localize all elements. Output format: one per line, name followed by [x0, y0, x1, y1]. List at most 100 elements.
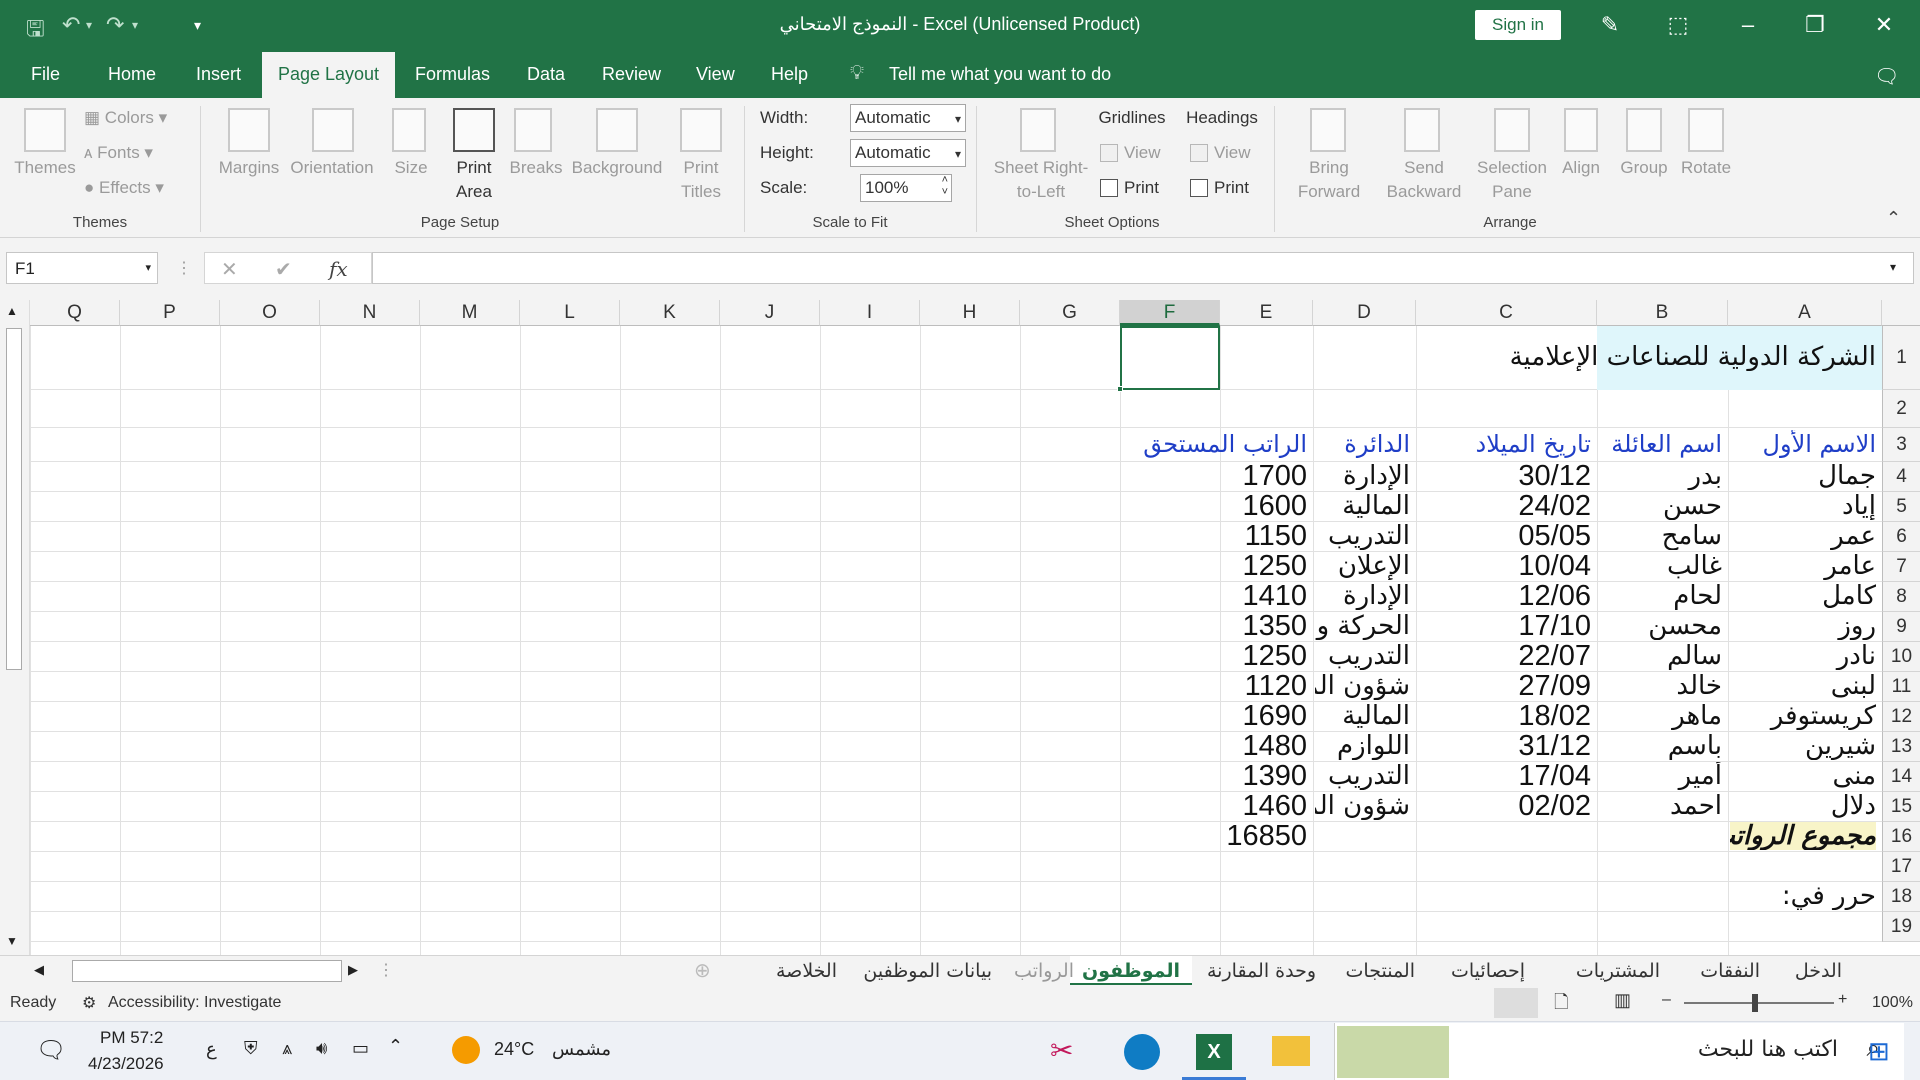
gridlines-print-checkbox[interactable] [1100, 179, 1118, 197]
scroll-thumb[interactable] [6, 328, 22, 670]
row-header[interactable]: 14 [1882, 762, 1920, 792]
edge-icon[interactable] [1124, 1034, 1160, 1070]
sheet-tab[interactable]: الدخل [1795, 956, 1842, 986]
first-name-cell[interactable]: دلال [1730, 792, 1876, 820]
restore-icon[interactable]: ❐ [1795, 8, 1835, 42]
column-header[interactable]: O [220, 300, 320, 326]
align-icon[interactable] [1564, 108, 1598, 152]
last-name-cell[interactable]: لحام [1599, 582, 1722, 610]
bring-forward-button-line1[interactable]: Bring [1284, 156, 1374, 180]
tell-me-search[interactable]: Tell me what you want to do [889, 64, 1111, 85]
row-header[interactable]: 12 [1882, 702, 1920, 732]
header-department[interactable]: الدائرة [1315, 430, 1410, 458]
send-backward-button-line1[interactable]: Send [1376, 156, 1472, 180]
name-box[interactable]: F1 ▾ [6, 252, 158, 284]
salary-cell[interactable]: 1600 [1222, 492, 1307, 520]
volume-icon[interactable]: 🔊︎ [316, 1038, 327, 1059]
expand-formula-bar-icon[interactable]: ▾ [1890, 260, 1896, 274]
birth-date-cell[interactable]: 02/02 [1418, 792, 1591, 820]
row-header[interactable]: 19 [1882, 912, 1920, 942]
company-title-cell[interactable]: الشركة الدولية للصناعات الإعلامية [1364, 343, 1876, 371]
department-cell[interactable]: التدريب [1315, 522, 1410, 550]
department-cell[interactable]: الحركة والنقل [1315, 612, 1410, 640]
new-sheet-icon[interactable]: ⊕ [694, 958, 711, 983]
close-icon[interactable]: ✕ [1864, 8, 1904, 42]
department-cell[interactable]: اللوازم [1315, 732, 1410, 760]
last-name-cell[interactable]: احمد [1599, 792, 1722, 820]
last-name-cell[interactable]: سامح [1599, 522, 1722, 550]
first-name-cell[interactable]: منى [1730, 762, 1876, 790]
wifi-icon[interactable]: ⩓ [282, 1038, 292, 1059]
print-area-button-line1[interactable]: Print [440, 156, 508, 180]
column-header[interactable]: M [420, 300, 520, 326]
sheet-tab-active[interactable]: الموظفون [1070, 956, 1192, 986]
themes-button[interactable]: Themes [8, 156, 82, 180]
tab-data[interactable]: Data [527, 64, 565, 85]
sheet-tab[interactable]: المشتريات [1576, 956, 1660, 986]
orientation-button[interactable]: Orientation [286, 156, 378, 180]
column-header[interactable]: I [820, 300, 920, 326]
header-first-name[interactable]: الاسم الأول [1730, 430, 1876, 458]
row-header[interactable]: 8 [1882, 582, 1920, 612]
chevron-up-icon[interactable]: ⌃ [388, 1036, 403, 1057]
row-header[interactable]: 13 [1882, 732, 1920, 762]
defender-icon[interactable]: ⛨ [244, 1038, 258, 1059]
sun-icon[interactable] [452, 1036, 480, 1064]
cancel-icon[interactable]: ✕ [221, 257, 238, 282]
row-header[interactable]: 18 [1882, 882, 1920, 912]
taskbar-search-box[interactable]: اكتب هنا للبحث ⌕ [1334, 1023, 1904, 1080]
salary-cell[interactable]: 1390 [1222, 762, 1307, 790]
formula-input[interactable] [372, 252, 1914, 284]
department-cell[interactable]: الإدارة [1315, 462, 1410, 490]
select-all-corner[interactable] [1882, 300, 1920, 326]
scale-spinner[interactable]: 100% ˄ ˅ [860, 174, 952, 202]
clock-date[interactable]: 4/23/2026 [88, 1054, 164, 1074]
accessibility-status[interactable]: Accessibility: Investigate [108, 994, 281, 1012]
notifications-icon[interactable]: 🗨︎ [36, 1036, 66, 1065]
row-header[interactable]: 7 [1882, 552, 1920, 582]
row-header[interactable]: 4 [1882, 462, 1920, 492]
salary-cell[interactable]: 1460 [1222, 792, 1307, 820]
salary-cell[interactable]: 1480 [1222, 732, 1307, 760]
headings-print-checkbox[interactable] [1190, 179, 1208, 197]
last-name-cell[interactable]: خالد [1599, 672, 1722, 700]
selection-pane-icon[interactable] [1494, 108, 1530, 152]
scroll-left-icon[interactable]: ◀ [34, 962, 44, 978]
row-header[interactable]: 11 [1882, 672, 1920, 702]
department-cell[interactable]: شؤون الموظفين [1315, 792, 1410, 820]
column-header[interactable]: B [1597, 300, 1728, 326]
last-name-cell[interactable]: غالب [1599, 552, 1722, 580]
tab-help[interactable]: Help [771, 64, 808, 85]
birth-date-cell[interactable]: 31/12 [1418, 732, 1591, 760]
first-name-cell[interactable]: كريستوفر [1730, 702, 1876, 730]
column-header[interactable]: A [1728, 300, 1882, 326]
column-header[interactable]: P [120, 300, 220, 326]
row-header[interactable]: 3 [1882, 428, 1920, 462]
fill-handle[interactable] [1117, 386, 1123, 392]
sheet-tab[interactable]: بيانات الموظفين [863, 956, 992, 986]
header-birth-date[interactable]: تاريخ الميلاد [1418, 430, 1592, 458]
group-button[interactable]: Group [1614, 156, 1674, 180]
edited-on-label-cell[interactable]: حرر في: [1730, 882, 1876, 910]
snipping-tool-icon[interactable]: ✂ [1050, 1034, 1073, 1067]
last-name-cell[interactable]: سالم [1599, 642, 1722, 670]
tab-review[interactable]: Review [602, 64, 661, 85]
themes-icon[interactable] [24, 108, 66, 152]
row-header[interactable]: 16 [1882, 822, 1920, 852]
last-name-cell[interactable]: محسن [1599, 612, 1722, 640]
tab-split-icon[interactable]: ⋮ [378, 960, 394, 980]
sheet-tab[interactable]: المنتجات [1346, 956, 1415, 986]
salary-cell[interactable]: 1250 [1222, 552, 1307, 580]
column-header[interactable]: H [920, 300, 1020, 326]
salary-cell[interactable]: 1700 [1222, 462, 1307, 490]
row-header[interactable]: 6 [1882, 522, 1920, 552]
sheet-tab[interactable]: وحدة المقارنة [1207, 956, 1316, 986]
enter-icon[interactable]: ✔ [275, 257, 292, 282]
zoom-level[interactable]: 100% [1872, 994, 1913, 1012]
birth-date-cell[interactable]: 17/10 [1418, 612, 1591, 640]
department-cell[interactable]: الإعلان [1315, 552, 1410, 580]
send-backward-icon[interactable] [1404, 108, 1440, 152]
group-icon[interactable] [1626, 108, 1662, 152]
fonts-button[interactable]: ᴀ Fonts ▾ [84, 141, 184, 165]
first-name-cell[interactable]: كامل [1730, 582, 1876, 610]
